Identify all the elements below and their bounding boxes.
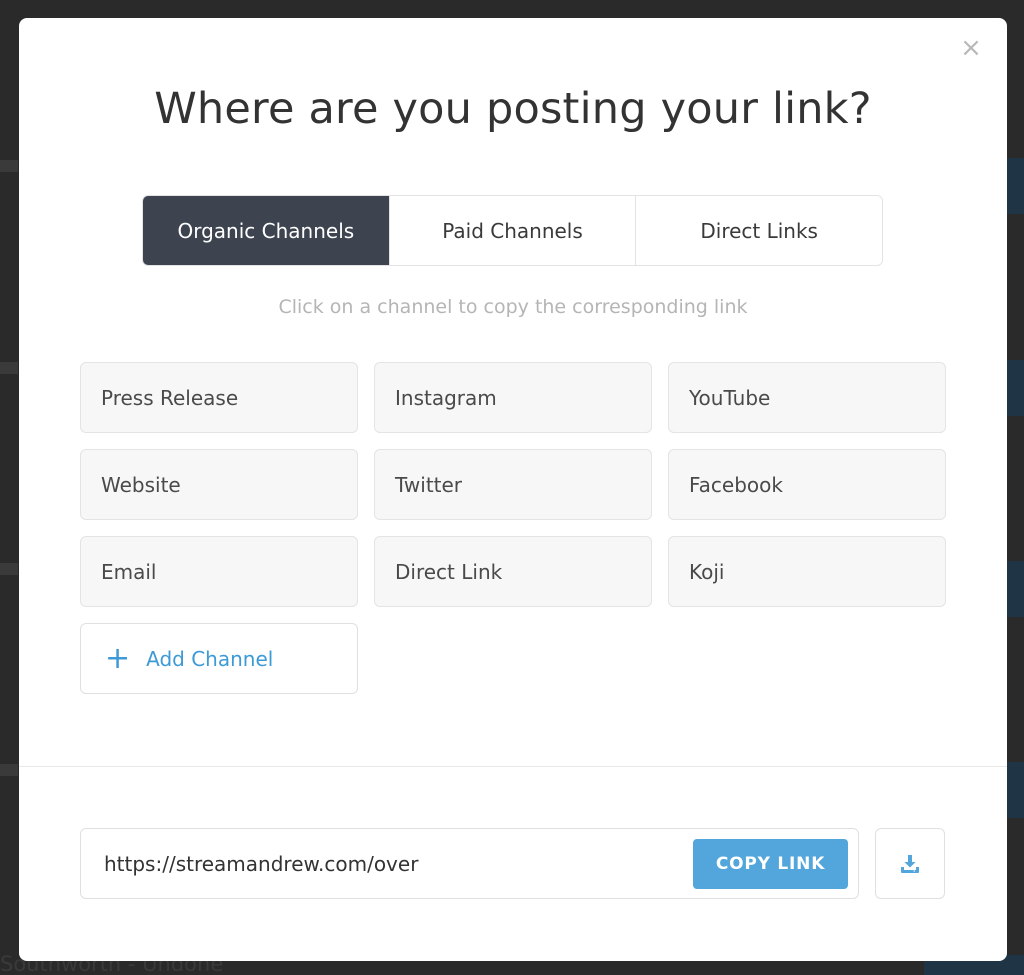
background-button-fragment bbox=[1006, 561, 1024, 617]
tab-direct-links[interactable]: Direct Links bbox=[636, 196, 882, 265]
tab-organic-channels[interactable]: Organic Channels bbox=[143, 196, 390, 265]
link-field: https://streamandrew.com/over COPY LINK bbox=[80, 828, 859, 899]
share-link-modal: × Where are you posting your link? Organ… bbox=[19, 18, 1007, 961]
add-channel-label: Add Channel bbox=[146, 646, 274, 671]
channel-youtube[interactable]: YouTube bbox=[668, 362, 946, 433]
background-row-fragment bbox=[0, 160, 18, 172]
channel-twitter[interactable]: Twitter bbox=[374, 449, 652, 520]
channel-type-tabs: Organic Channels Paid Channels Direct Li… bbox=[142, 195, 883, 266]
channel-website[interactable]: Website bbox=[80, 449, 358, 520]
download-button[interactable] bbox=[875, 828, 945, 899]
plus-icon: + bbox=[105, 640, 131, 676]
close-icon[interactable]: × bbox=[957, 34, 985, 62]
background-row-fragment bbox=[0, 764, 18, 776]
channel-grid: Press Release Instagram YouTube Website … bbox=[80, 362, 946, 694]
background-button-fragment bbox=[1006, 360, 1024, 416]
channel-email[interactable]: Email bbox=[80, 536, 358, 607]
channel-press-release[interactable]: Press Release bbox=[80, 362, 358, 433]
background-row-fragment bbox=[0, 563, 18, 575]
background-row-fragment bbox=[0, 362, 18, 374]
section-divider bbox=[19, 766, 1007, 767]
channel-facebook[interactable]: Facebook bbox=[668, 449, 946, 520]
channel-hint-text: Click on a channel to copy the correspon… bbox=[278, 296, 748, 318]
channel-koji[interactable]: Koji bbox=[668, 536, 946, 607]
tab-paid-channels[interactable]: Paid Channels bbox=[389, 196, 637, 265]
add-channel-button[interactable]: + Add Channel bbox=[80, 623, 358, 694]
background-button-fragment bbox=[1006, 762, 1024, 818]
background-button-fragment bbox=[1006, 158, 1024, 214]
channel-instagram[interactable]: Instagram bbox=[374, 362, 652, 433]
download-icon bbox=[901, 854, 919, 873]
modal-title: Where are you posting your link? bbox=[154, 84, 872, 134]
link-url-text[interactable]: https://streamandrew.com/over bbox=[104, 852, 693, 876]
channel-direct-link[interactable]: Direct Link bbox=[374, 536, 652, 607]
copy-link-button[interactable]: COPY LINK bbox=[693, 838, 848, 889]
